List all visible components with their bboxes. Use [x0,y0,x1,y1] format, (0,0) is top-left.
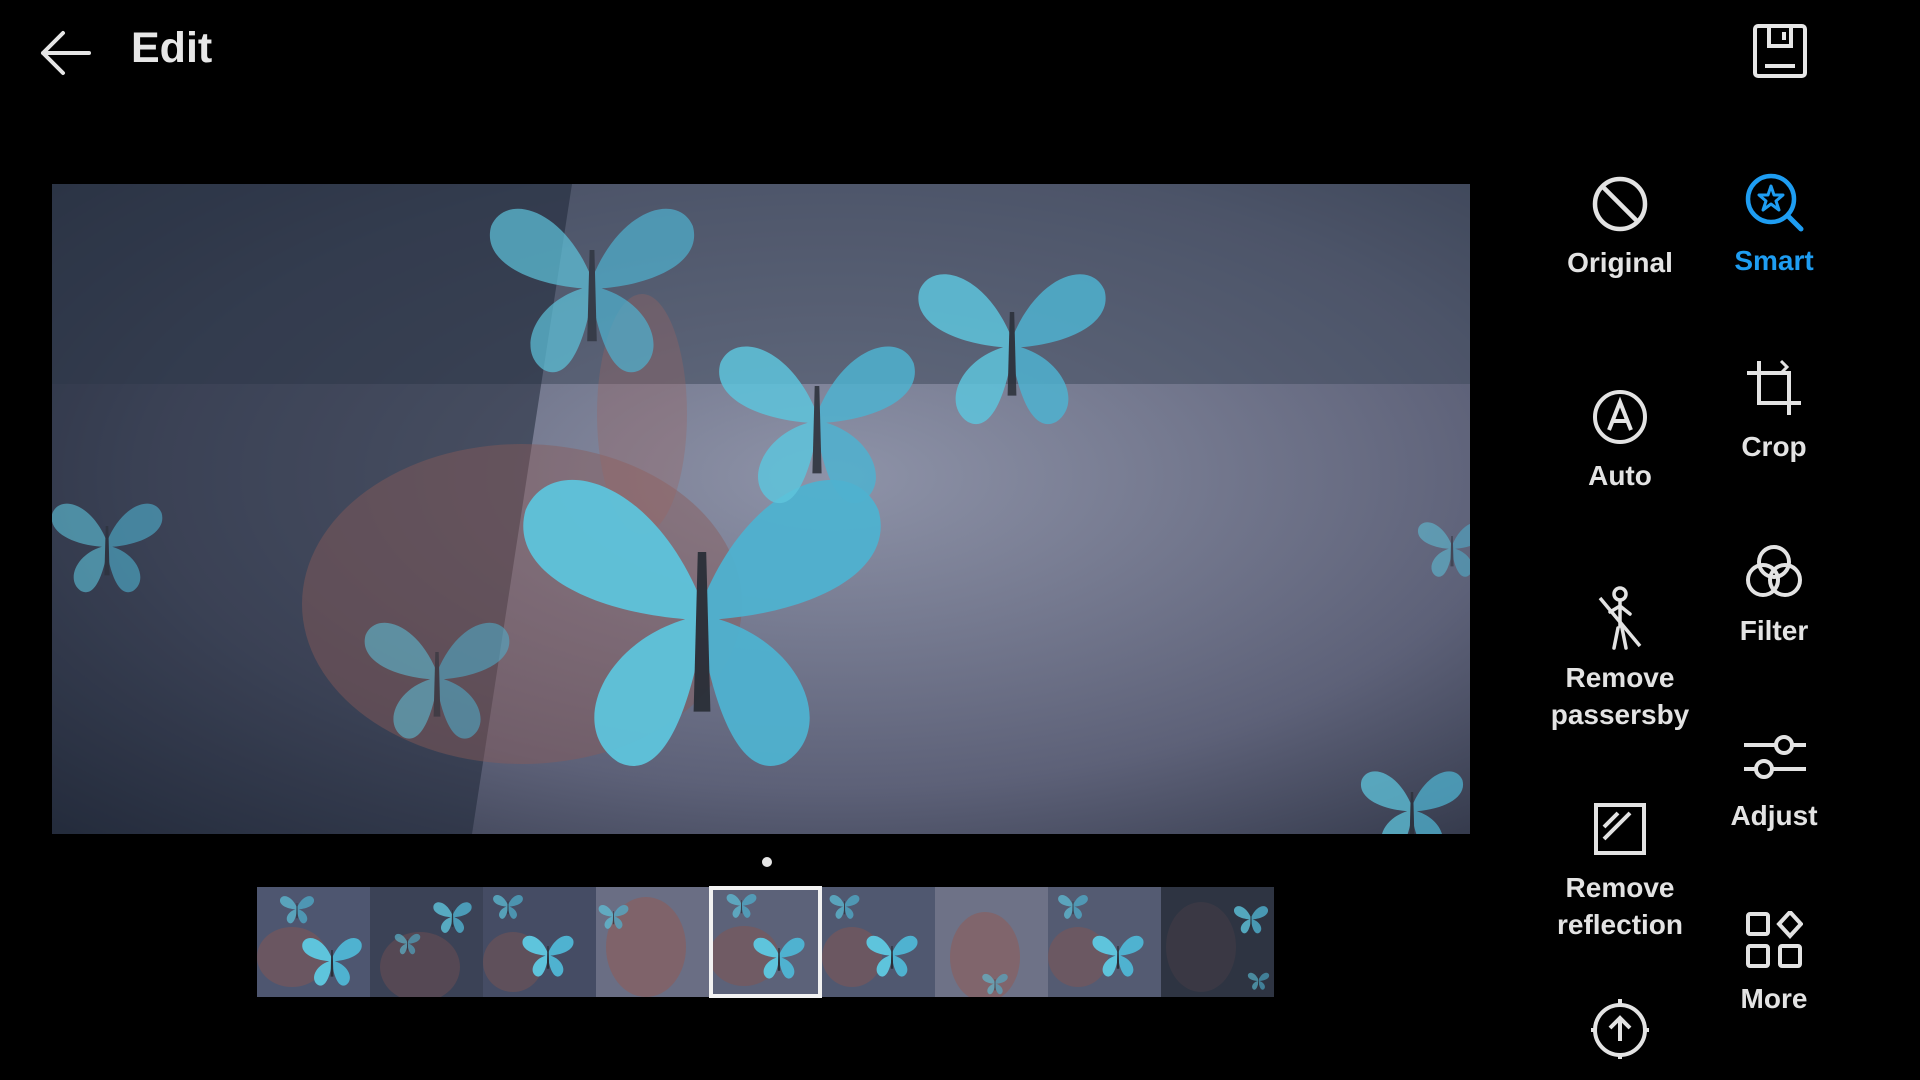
photo-preview[interactable] [52,184,1470,834]
tool-label: Remove passersby [1550,662,1690,730]
filmstrip-frame[interactable] [257,887,370,997]
tool-more[interactable]: More [1699,908,1849,1017]
remove-person-icon [1588,586,1652,651]
tool-filter[interactable]: Filter [1699,540,1849,649]
back-button[interactable] [30,18,100,88]
tool-label: Original [1567,247,1673,278]
page-indicator-dot [762,857,772,867]
tool-original[interactable]: Original [1545,172,1695,281]
filmstrip-frame[interactable] [1161,887,1274,997]
grid-more-icon [1742,908,1806,972]
frame-filmstrip[interactable] [257,886,1276,1000]
tool-smart[interactable]: Smart [1699,170,1849,279]
filmstrip-frame[interactable] [935,887,1048,997]
tool-label: Adjust [1730,800,1818,831]
tool-label: Remove reflection [1556,872,1684,940]
reflection-icon [1588,797,1652,861]
save-icon [1753,24,1807,78]
no-entry-icon [1588,172,1652,236]
tool-crop[interactable]: Crop [1699,356,1849,465]
page-title: Edit [131,24,213,72]
filmstrip-frame[interactable] [483,887,596,997]
filmstrip-frame[interactable] [1048,887,1161,997]
filmstrip-frame[interactable] [596,887,709,997]
upload-circle-icon [1588,996,1652,1060]
tool-export[interactable] [1545,996,1695,1060]
crop-icon [1742,356,1806,420]
tool-label: Auto [1588,460,1652,491]
filmstrip-frame-selected[interactable] [709,886,822,998]
tool-label: Crop [1741,431,1807,462]
tool-auto[interactable]: Auto [1545,385,1695,494]
tool-remove-reflection[interactable]: Remove reflection [1545,797,1695,943]
filmstrip-frame[interactable] [370,887,483,997]
smart-magnifier-icon [1742,170,1806,234]
auto-a-icon [1588,385,1652,449]
tool-adjust[interactable]: Adjust [1699,725,1849,834]
tool-label: More [1740,983,1808,1014]
tool-label: Smart [1734,245,1814,276]
tool-remove-passersby[interactable]: Remove passersby [1545,586,1695,733]
tool-label: Filter [1739,615,1809,646]
arrow-left-icon [41,31,91,75]
filter-circles-icon [1742,540,1806,604]
save-button[interactable] [1740,14,1820,88]
sliders-icon [1742,725,1806,789]
filmstrip-frame[interactable] [822,887,935,997]
butterfly-photo [52,184,1470,834]
